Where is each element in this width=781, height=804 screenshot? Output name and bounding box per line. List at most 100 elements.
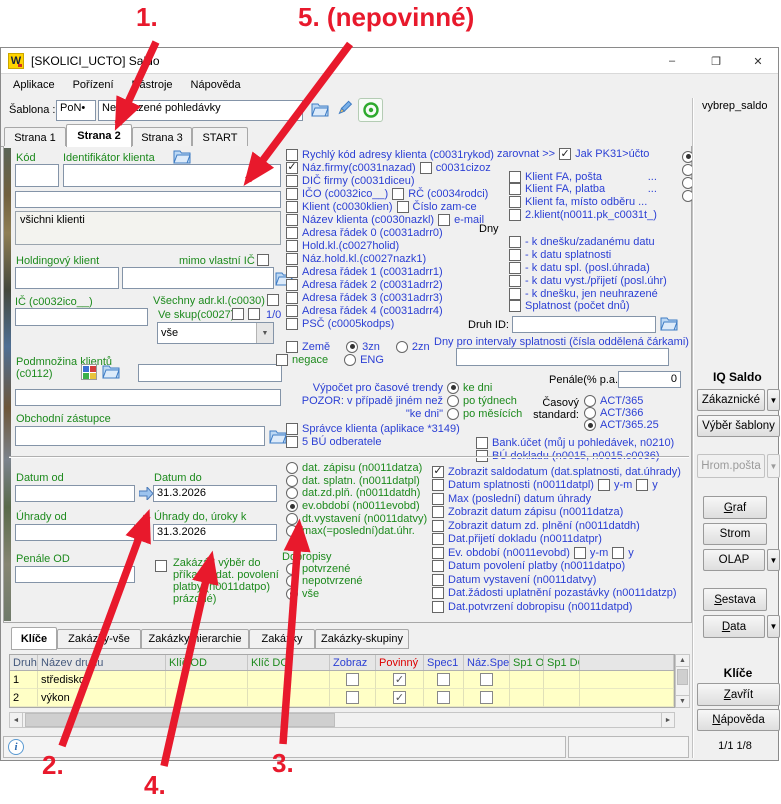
grid-colors-icon[interactable] [81,364,97,380]
checkbox[interactable] [432,479,444,491]
tab-strana3[interactable]: Strana 3 [132,127,192,147]
obchodni-input[interactable] [15,426,265,446]
checkbox[interactable]: ✓ [393,691,406,704]
radio[interactable] [286,563,298,575]
checkbox[interactable] [286,201,298,213]
vyber-sablony-button[interactable]: Výběr šablony [697,415,780,437]
checkbox[interactable] [420,162,432,174]
checkbox[interactable] [432,547,444,559]
checkbox[interactable] [392,188,404,200]
mimo-ic-checkbox[interactable] [257,254,269,266]
strom-button[interactable]: Strom [703,523,767,545]
checkbox[interactable] [612,547,624,559]
folder-open-icon[interactable] [660,316,678,331]
tab-strana1[interactable]: Strana 1 [4,127,66,147]
checkbox[interactable] [286,266,298,278]
intervaly-input[interactable] [456,348,669,366]
holding-name-input[interactable] [122,267,274,289]
olap-button[interactable]: OLAP [703,549,765,571]
checkbox[interactable] [286,253,298,265]
menu-nastroje[interactable]: Nástroje [123,76,182,94]
radio[interactable] [286,462,298,474]
table-cell[interactable] [330,689,376,707]
checkbox[interactable] [346,673,359,686]
data-button[interactable]: Data [703,615,765,638]
checkbox[interactable] [509,196,521,208]
checkbox[interactable] [432,520,444,532]
ident-input[interactable] [63,164,281,187]
checkbox[interactable] [286,436,298,448]
tab-start[interactable]: START [192,127,248,147]
ve-skup-checkbox-2[interactable] [248,308,260,320]
napoveda-button[interactable]: Nápověda [697,709,780,731]
checkbox[interactable] [509,288,521,300]
checkbox[interactable] [286,305,298,317]
checkbox[interactable]: ✓ [393,673,406,686]
radio[interactable] [286,588,298,600]
radio[interactable] [346,341,358,353]
checkbox[interactable] [432,533,444,545]
pencil-icon[interactable] [336,100,353,117]
datum-do-input[interactable]: 31.3.2026 [153,485,277,502]
folder-open-icon[interactable] [173,149,191,164]
column-header[interactable]: Klíč DO [248,655,330,670]
checkbox[interactable] [286,227,298,239]
radio[interactable] [286,575,298,587]
checkbox[interactable] [286,423,298,435]
scroll-down-icon[interactable]: ▼ [675,695,690,708]
tab-zakazky[interactable]: Zakázky [249,629,315,649]
scroll-up-icon[interactable]: ▲ [675,654,690,667]
checkbox[interactable] [509,249,521,261]
checkbox[interactable] [432,574,444,586]
data-dropdown-icon[interactable]: ▼ [767,615,780,638]
uhrady-do-input[interactable]: 31.3.2026 [153,524,277,541]
checkbox[interactable] [598,479,610,491]
close-button[interactable]: ✕ [737,48,779,74]
ve-skup-checkbox-1[interactable] [232,308,244,320]
checkbox[interactable] [397,201,409,213]
radio[interactable] [447,408,459,420]
template-code-input[interactable]: PoN• [56,100,96,121]
tab-zakazky-skupiny[interactable]: Zakázky-skupiny [315,629,409,649]
radio[interactable] [447,395,459,407]
holding-code-input[interactable] [15,267,119,289]
title-bar[interactable]: W [SKOLICI_UCTO] Saldo – ❐ ✕ [1,48,778,74]
maximize-button[interactable]: ❐ [695,48,737,74]
scroll-right-icon[interactable]: ► [661,712,675,728]
graf-button[interactable]: Graf [703,496,767,519]
checkbox[interactable] [509,236,521,248]
tab-strana2[interactable]: Strana 2 [66,124,132,147]
zavrit-button[interactable]: Zavřít [697,683,780,706]
radio[interactable] [396,341,408,353]
table-cell[interactable]: ✓ [376,671,424,689]
column-header[interactable]: Zobraz [330,655,376,670]
checkbox[interactable] [432,493,444,505]
radio[interactable] [344,354,356,366]
minimize-button[interactable]: – [651,48,693,74]
table-cell[interactable] [330,671,376,689]
table-cell[interactable] [464,671,510,689]
checkbox[interactable] [480,691,493,704]
zakazan-checkbox[interactable] [155,560,167,572]
radio[interactable] [584,407,596,419]
podmnozina-input[interactable] [138,364,282,382]
checkbox[interactable] [509,275,521,287]
vscroll-thumb[interactable] [677,669,688,685]
table-cell[interactable] [424,689,464,707]
radio[interactable] [286,525,298,537]
column-header[interactable]: Klíč OD [166,655,248,670]
hscroll-thumb[interactable] [25,713,335,727]
checkbox[interactable] [432,506,444,518]
penale-od-input[interactable] [15,566,135,583]
checkbox[interactable] [286,292,298,304]
folder-open-icon[interactable] [102,364,120,379]
checkbox[interactable] [432,601,444,613]
column-header[interactable]: Sp1 DO [544,655,580,670]
column-header[interactable]: Náz.Spec1 [464,655,510,670]
scroll-left-icon[interactable]: ◄ [9,712,23,728]
column-header[interactable]: Druh [10,655,38,670]
table-row[interactable]: 1středisko✓ [10,671,674,689]
table-cell[interactable]: ✓ [376,689,424,707]
chevron-down-icon[interactable]: ▼ [256,323,273,343]
checkbox[interactable] [636,479,648,491]
